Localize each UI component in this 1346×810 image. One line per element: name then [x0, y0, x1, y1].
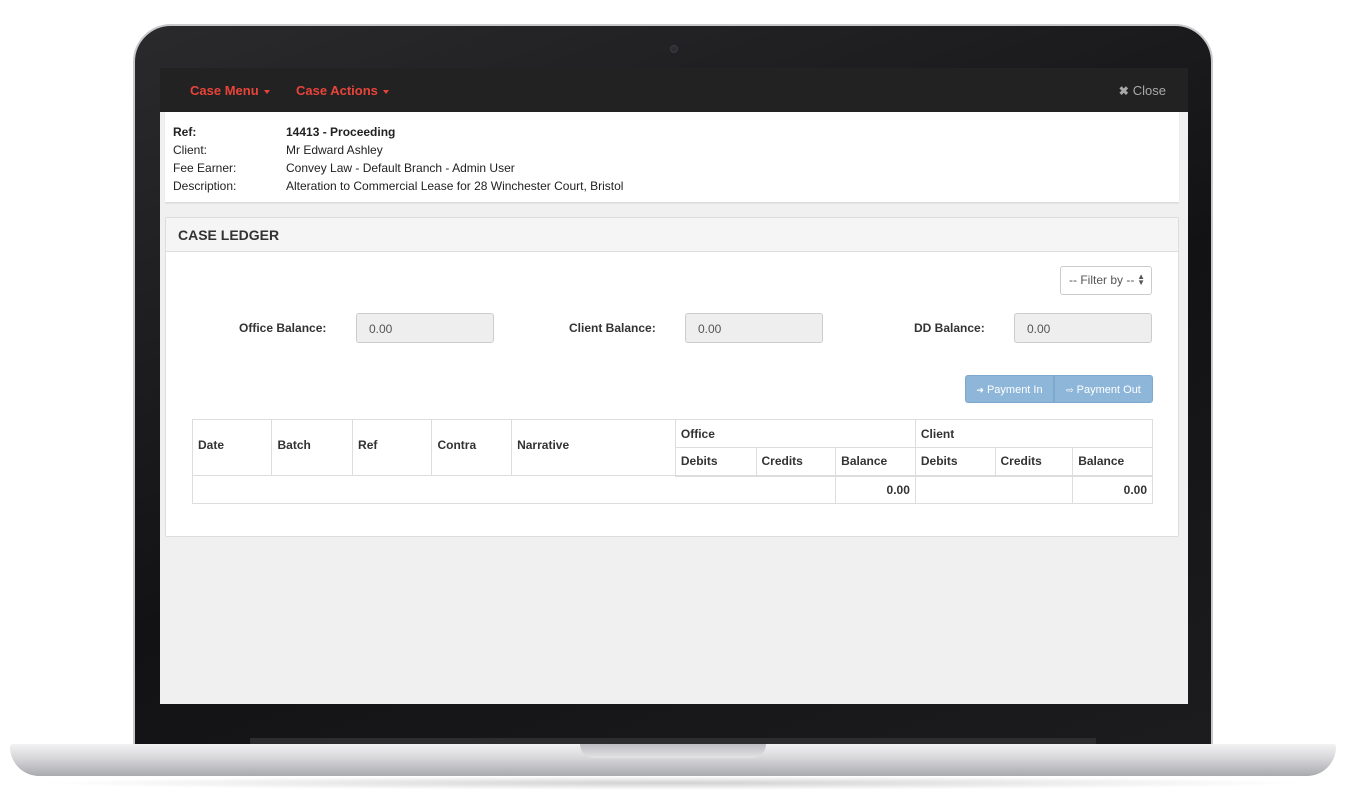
caret-down-icon: [263, 89, 270, 94]
col-narrative: Narrative: [511, 419, 676, 476]
ref-label: Ref:: [173, 125, 197, 139]
col-group-office: Office: [674, 419, 916, 448]
ref-value: 14413 - Proceeding: [286, 125, 396, 139]
fee-earner-label: Fee Earner:: [173, 161, 237, 175]
dd-balance-label: DD Balance:: [914, 321, 985, 335]
panel-header: CASE LEDGER: [166, 218, 1178, 252]
col-office-credits: Credits: [755, 447, 837, 477]
ledger-table: Date Batch Ref Contra Narrative Office C…: [191, 419, 1154, 504]
office-balance-label: Office Balance:: [239, 321, 327, 335]
close-button[interactable]: ✖ Close: [1119, 83, 1166, 98]
table-header-group-row: Date Batch Ref Contra Narrative Office C…: [191, 419, 1154, 476]
col-batch: Batch: [271, 419, 354, 476]
totals-spacer: [914, 475, 1074, 504]
case-info-panel: Ref: 14413 - Proceeding Client: Mr Edwar…: [165, 112, 1179, 203]
close-label: Close: [1132, 83, 1166, 98]
description-value: Alteration to Commercial Lease for 28 Wi…: [286, 179, 624, 193]
col-office-balance: Balance: [835, 447, 916, 477]
camera-icon: [670, 45, 678, 53]
payment-in-button[interactable]: ➜ Payment In: [965, 375, 1054, 403]
client-label: Client:: [173, 143, 208, 157]
client-value: Mr Edward Ashley: [286, 143, 383, 157]
description-label: Description:: [173, 179, 237, 193]
filter-select[interactable]: -- Filter by -- ▲ ▼: [1060, 266, 1152, 295]
col-ref: Ref: [352, 419, 433, 476]
filter-label: -- Filter by --: [1069, 273, 1135, 287]
col-office-debits: Debits: [674, 447, 757, 477]
client-balance-field: 0.00: [685, 313, 823, 343]
total-client-balance: 0.00: [1072, 475, 1153, 504]
panel-title: CASE LEDGER: [178, 227, 280, 243]
sign-out-icon: ⇨: [1066, 385, 1074, 395]
sign-in-icon: ➜: [976, 385, 984, 395]
totals-spacer: [191, 475, 837, 504]
dd-balance-field: 0.00: [1014, 313, 1152, 343]
total-office-balance: 0.00: [835, 475, 916, 504]
payment-out-button[interactable]: ⇨ Payment Out: [1054, 375, 1153, 403]
col-date: Date: [191, 419, 273, 476]
col-group-client: Client: [914, 419, 1154, 448]
case-actions-dropdown[interactable]: Case Actions: [296, 83, 389, 98]
col-client-balance: Balance: [1072, 447, 1153, 477]
case-menu-label: Case Menu: [190, 83, 259, 98]
payment-out-label: Payment Out: [1076, 384, 1141, 396]
caret-down-icon: [382, 89, 389, 94]
laptop-notch: [580, 744, 766, 758]
col-contra: Contra: [431, 419, 513, 476]
fee-earner-value: Convey Law - Default Branch - Admin User: [286, 161, 515, 175]
office-balance-field: 0.00: [356, 313, 494, 343]
laptop-shadow: [30, 776, 1316, 790]
table-totals-row: 0.00 0.00: [191, 475, 1153, 504]
select-arrows-icon: ▲ ▼: [1137, 272, 1145, 287]
payment-in-label: Payment In: [986, 384, 1043, 396]
close-icon: ✖: [1118, 84, 1129, 98]
case-actions-label: Case Actions: [296, 83, 378, 98]
case-menu-dropdown[interactable]: Case Menu: [190, 83, 270, 98]
col-client-debits: Debits: [914, 447, 996, 477]
col-client-credits: Credits: [994, 447, 1074, 477]
top-navbar: Case Menu Case Actions ✖ Close: [160, 68, 1188, 112]
case-ledger-panel: CASE LEDGER -- Filter by -- ▲ ▼ Office Ba…: [165, 217, 1179, 537]
client-balance-label: Client Balance:: [569, 321, 656, 335]
app-screen: Case Menu Case Actions ✖ Close Ref: 14413…: [160, 68, 1188, 704]
